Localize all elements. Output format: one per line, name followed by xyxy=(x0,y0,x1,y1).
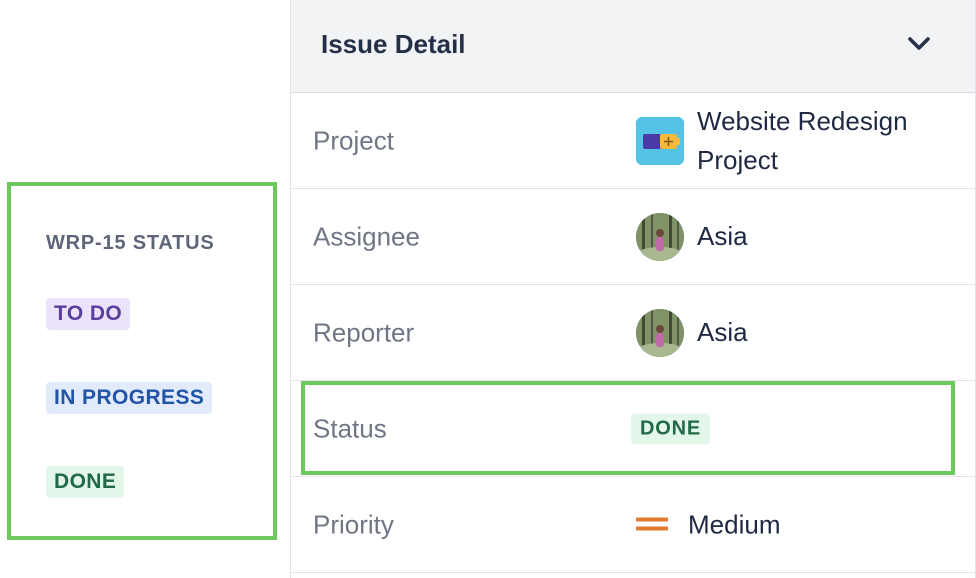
field-value-reporter[interactable]: Asia xyxy=(636,308,748,357)
priority-medium-icon xyxy=(636,517,668,531)
avatar xyxy=(636,212,684,261)
panel-title: Issue Detail xyxy=(321,29,466,59)
avatar xyxy=(636,308,684,357)
panel-header[interactable]: Issue Detail xyxy=(291,0,975,93)
field-value-project[interactable]: Website Redesign Project xyxy=(636,102,908,180)
field-label-priority: Priority xyxy=(313,509,394,539)
field-label-assignee: Assignee xyxy=(313,221,420,251)
legend-heading: WRP-15 STATUS xyxy=(46,232,215,254)
status-legend: WRP-15 STATUS TO DO IN PROGRESS DONE xyxy=(7,182,277,540)
status-lozenge-in-progress: IN PROGRESS xyxy=(46,382,213,414)
project-name-line1: Website Redesign xyxy=(697,105,908,136)
field-label-project: Project xyxy=(313,125,394,155)
status-lozenge-todo: TO DO xyxy=(46,298,131,330)
page: WRP-15 STATUS TO DO IN PROGRESS DONE Iss… xyxy=(0,0,976,578)
field-row-reporter: Reporter Asia xyxy=(291,285,975,381)
issue-detail-panel: Issue Detail Project Website Redesign Pr… xyxy=(290,0,976,578)
field-label-reporter: Reporter xyxy=(313,317,415,347)
field-row-status: Status DONE xyxy=(291,381,975,477)
field-label-status: Status xyxy=(313,413,387,443)
reporter-name: Asia xyxy=(697,317,748,347)
field-value-priority[interactable]: Medium xyxy=(636,505,780,544)
status-lozenge-done: DONE xyxy=(46,466,125,498)
field-value-status[interactable]: DONE xyxy=(631,413,710,444)
project-icon xyxy=(636,116,684,165)
assignee-name: Asia xyxy=(697,221,748,251)
field-row-priority: Priority Medium xyxy=(291,477,975,573)
priority-value: Medium xyxy=(688,509,781,539)
field-row-project: Project Website Redesign Project xyxy=(291,93,975,189)
field-value-assignee[interactable]: Asia xyxy=(636,212,748,261)
project-name-line2: Project xyxy=(697,144,778,175)
status-lozenge[interactable]: DONE xyxy=(631,413,710,444)
chevron-down-icon[interactable] xyxy=(905,32,933,56)
field-row-assignee: Assignee Asia xyxy=(291,189,975,285)
